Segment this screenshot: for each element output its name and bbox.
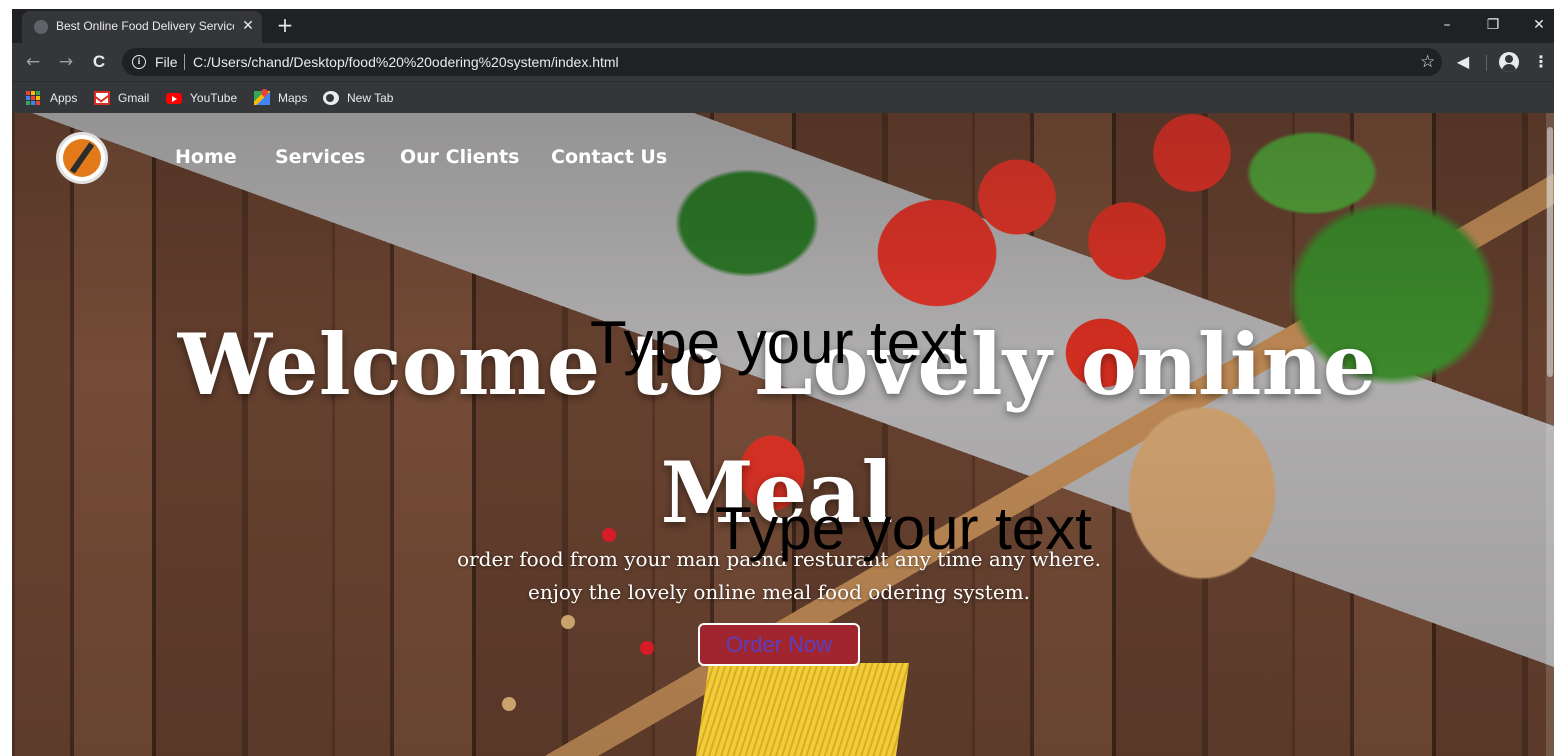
bookmark-label: Maps — [278, 91, 308, 105]
peppercorn-image — [502, 697, 516, 711]
new-tab-button[interactable]: + — [274, 14, 296, 36]
bookmark-new-tab[interactable]: New Tab — [323, 89, 393, 107]
pasta-image — [694, 663, 910, 756]
omnibox-divider — [184, 54, 185, 70]
browser-toolbar: ← → C i File C:/Users/chand/Desktop/food… — [12, 43, 1554, 81]
extension-icon[interactable]: ◀ — [1452, 51, 1474, 73]
peppercorn-image — [640, 641, 654, 655]
bookmark-youtube[interactable]: YouTube — [166, 89, 237, 107]
bookmark-gmail[interactable]: Gmail — [94, 89, 149, 107]
forward-button[interactable]: → — [55, 51, 77, 73]
site-logo[interactable] — [56, 132, 108, 184]
info-icon[interactable]: i — [132, 55, 146, 69]
bookmarks-bar: Apps Gmail YouTube Maps New Tab — [12, 81, 1554, 113]
url-text[interactable]: C:/Users/chand/Desktop/food%20%20odering… — [193, 54, 619, 70]
bookmark-label: New Tab — [347, 91, 394, 105]
page-viewport: Home Services Our Clients Contact Us Wel… — [12, 113, 1554, 756]
overlay-placeholder-text: Type your text — [590, 309, 967, 376]
gmail-icon — [94, 91, 110, 105]
globe-icon — [34, 20, 48, 34]
youtube-icon — [166, 92, 182, 104]
close-tab-icon[interactable]: ✕ — [240, 17, 256, 35]
bookmark-label: Apps — [50, 91, 78, 105]
restore-button[interactable]: ❐ — [1478, 13, 1508, 37]
bookmark-apps[interactable]: Apps — [26, 89, 77, 107]
toolbar-divider — [1486, 55, 1487, 71]
nav-contact-us[interactable]: Contact Us — [551, 146, 667, 168]
bookmark-star-icon[interactable]: ☆ — [1420, 51, 1435, 73]
nav-services[interactable]: Services — [275, 146, 365, 168]
browser-tab[interactable]: Best Online Food Delivery Service ✕ — [22, 11, 262, 43]
maps-icon — [254, 91, 270, 105]
browser-chrome: Best Online Food Delivery Service ✕ + – … — [12, 9, 1554, 113]
page-scrollbar[interactable] — [1546, 113, 1554, 756]
tab-title: Best Online Food Delivery Service — [56, 19, 234, 33]
address-bar[interactable]: i File C:/Users/chand/Desktop/food%20%20… — [122, 48, 1442, 76]
peppercorn-image — [561, 615, 575, 629]
minimize-button[interactable]: – — [1432, 13, 1462, 37]
back-button[interactable]: ← — [22, 51, 44, 73]
bookmark-label: YouTube — [190, 91, 238, 105]
apps-grid-icon — [26, 91, 42, 105]
profile-icon[interactable] — [1499, 52, 1519, 72]
nav-our-clients[interactable]: Our Clients — [400, 146, 519, 168]
bookmark-label: Gmail — [118, 91, 150, 105]
scheme-label: File — [155, 54, 178, 70]
reload-button[interactable]: C — [88, 51, 110, 73]
scrollbar-thumb[interactable] — [1547, 127, 1553, 377]
overlay-placeholder-text: Type your text — [715, 495, 1092, 562]
hero-subtitle-line: enjoy the lovely online meal food oderin… — [528, 580, 1030, 604]
globe-icon — [323, 91, 339, 105]
order-now-button[interactable]: Order Now — [698, 623, 860, 666]
menu-icon[interactable]: ⋮ — [1530, 51, 1552, 73]
close-window-button[interactable]: ✕ — [1524, 13, 1554, 37]
nav-home[interactable]: Home — [175, 146, 237, 168]
bookmark-maps[interactable]: Maps — [254, 89, 307, 107]
